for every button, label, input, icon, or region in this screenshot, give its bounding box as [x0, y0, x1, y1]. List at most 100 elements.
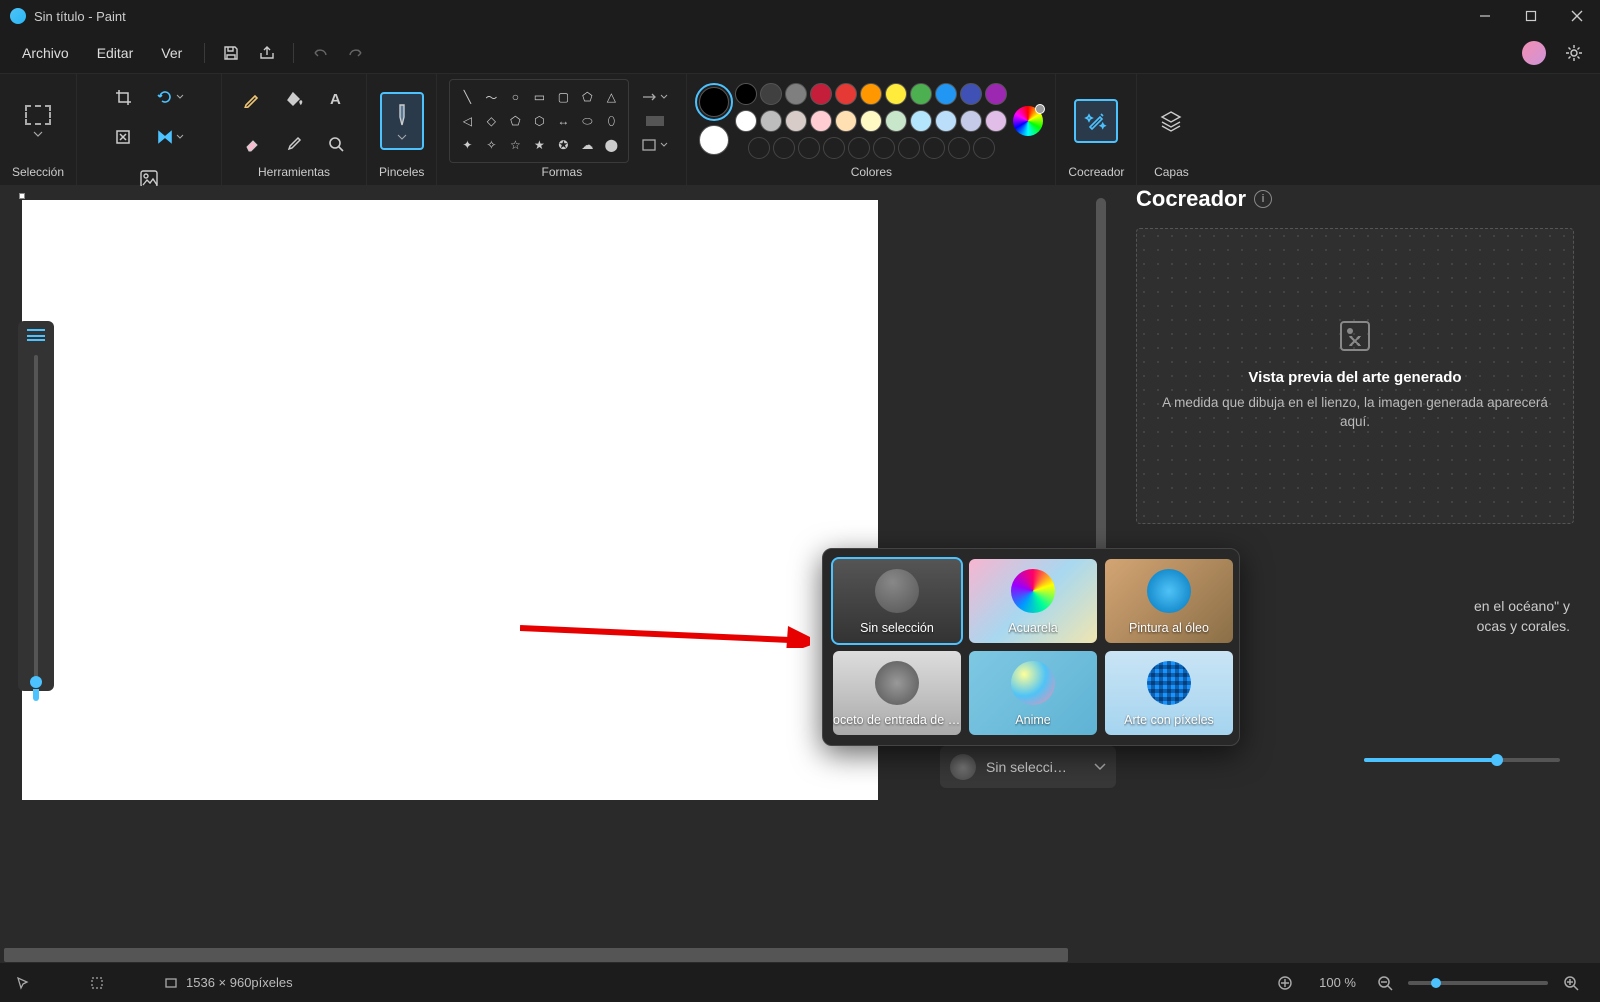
color-swatch-empty[interactable] [823, 137, 845, 159]
canvas-size: 1536 × 960píxeles [164, 975, 293, 990]
shape-gallery[interactable]: ╲〜○▭▢⬠△ ◁◇⬠⬡↔⬭⬯ ✦✧☆★✪☁⬤ [449, 79, 629, 163]
cursor-position [16, 976, 30, 990]
settings-button[interactable] [1556, 37, 1592, 69]
shape-outline-dropdown[interactable] [635, 86, 674, 108]
ribbon-group-layers: Capas [1137, 74, 1205, 185]
color-swatch[interactable] [960, 110, 982, 132]
color-swatch[interactable] [885, 110, 907, 132]
style-option[interactable]: Acuarela [969, 559, 1097, 643]
brush-size-slider[interactable] [34, 355, 38, 683]
color-swatch[interactable] [860, 83, 882, 105]
creativity-slider[interactable] [1364, 758, 1560, 762]
fit-to-window-button[interactable] [1267, 967, 1303, 999]
color-swatch-empty[interactable] [848, 137, 870, 159]
style-label: Sin selección [860, 621, 934, 635]
style-option[interactable]: Anime [969, 651, 1097, 735]
color-swatch[interactable] [735, 110, 757, 132]
ribbon-group-colors: Colores [687, 74, 1056, 185]
color-swatch-empty[interactable] [973, 137, 995, 159]
color-primary[interactable] [699, 87, 729, 117]
color-swatch[interactable] [835, 110, 857, 132]
style-label: Anime [1015, 713, 1050, 727]
minimize-button[interactable] [1462, 0, 1508, 32]
shape-fill-dropdown[interactable] [640, 112, 670, 130]
color-swatch[interactable] [735, 83, 757, 105]
color-swatch[interactable] [985, 110, 1007, 132]
menu-file[interactable]: Archivo [8, 39, 83, 67]
zoom-slider[interactable] [1408, 981, 1548, 985]
redo-button[interactable] [338, 37, 374, 69]
flip-button[interactable] [147, 119, 193, 155]
color-swatch[interactable] [785, 83, 807, 105]
color-swatch[interactable] [885, 83, 907, 105]
color-swatch-empty[interactable] [948, 137, 970, 159]
fill-tool[interactable] [276, 81, 312, 117]
edit-colors-button[interactable] [1013, 106, 1043, 136]
group-label: Herramientas [258, 165, 330, 179]
color-swatch-empty[interactable] [873, 137, 895, 159]
menu-view[interactable]: Ver [147, 39, 196, 67]
color-swatch[interactable] [760, 83, 782, 105]
color-swatch[interactable] [985, 83, 1007, 105]
color-swatch[interactable] [960, 83, 982, 105]
color-swatch[interactable] [810, 110, 832, 132]
zoom-in-button[interactable] [1558, 967, 1584, 999]
color-swatch[interactable] [860, 110, 882, 132]
cocreator-heading: Cocreador i [1124, 186, 1586, 222]
color-swatch[interactable] [935, 83, 957, 105]
menu-edit[interactable]: Editar [83, 39, 148, 67]
eraser-tool[interactable] [234, 126, 270, 162]
resize-button[interactable] [105, 119, 141, 155]
share-button[interactable] [249, 37, 285, 69]
rotate-button[interactable] [147, 79, 193, 115]
crop-button[interactable] [105, 79, 141, 115]
color-secondary[interactable] [699, 125, 729, 155]
color-swatch-empty[interactable] [923, 137, 945, 159]
magnifier-tool[interactable] [318, 126, 354, 162]
color-palette-row3 [748, 137, 995, 159]
color-swatch[interactable] [835, 83, 857, 105]
color-swatch-empty[interactable] [798, 137, 820, 159]
info-icon[interactable]: i [1254, 190, 1272, 208]
shape-stroke-dropdown[interactable] [635, 134, 674, 156]
chevron-down-icon [1094, 763, 1106, 771]
style-dropdown-label: Sin selecci… [986, 759, 1067, 775]
style-option[interactable]: Arte con píxeles [1105, 651, 1233, 735]
maximize-button[interactable] [1508, 0, 1554, 32]
group-label: Pinceles [379, 165, 424, 179]
color-swatch[interactable] [910, 110, 932, 132]
color-swatch[interactable] [785, 110, 807, 132]
style-option[interactable]: Pintura al óleo [1105, 559, 1233, 643]
canvas[interactable] [22, 200, 878, 800]
zoom-out-button[interactable] [1372, 967, 1398, 999]
style-option[interactable]: oceto de entrada de láp [833, 651, 961, 735]
pencil-tool[interactable] [234, 81, 270, 117]
style-picker-popup: Sin selección AcuarelaPintura al óleo ocet… [822, 548, 1240, 746]
user-avatar[interactable] [1522, 41, 1546, 65]
cocreator-button[interactable] [1074, 99, 1118, 143]
color-swatch-empty[interactable] [898, 137, 920, 159]
color-picker-tool[interactable] [276, 126, 312, 162]
palette-icon [875, 569, 919, 613]
scrollbar-horizontal[interactable] [4, 948, 1090, 962]
undo-button[interactable] [302, 37, 338, 69]
layers-button[interactable] [1149, 99, 1193, 143]
text-tool[interactable]: A [318, 81, 354, 117]
color-swatch-empty[interactable] [748, 137, 770, 159]
brush-size-panel[interactable] [18, 321, 54, 691]
brush-tool[interactable] [380, 92, 424, 150]
close-button[interactable] [1554, 0, 1600, 32]
menubar: Archivo Editar Ver [0, 32, 1600, 74]
style-option[interactable]: Sin selección [833, 559, 961, 643]
color-swatch-empty[interactable] [773, 137, 795, 159]
select-tool[interactable] [16, 92, 60, 150]
color-swatch[interactable] [760, 110, 782, 132]
save-button[interactable] [213, 37, 249, 69]
color-swatch[interactable] [935, 110, 957, 132]
paint-app-icon [10, 8, 26, 24]
color-swatch[interactable] [810, 83, 832, 105]
style-dropdown[interactable]: Sin selecci… [940, 746, 1116, 788]
preview-description: A medida que dibuja en el lienzo, la ima… [1157, 394, 1553, 432]
preview-title: Vista previa del arte generado [1248, 369, 1461, 386]
color-swatch[interactable] [910, 83, 932, 105]
